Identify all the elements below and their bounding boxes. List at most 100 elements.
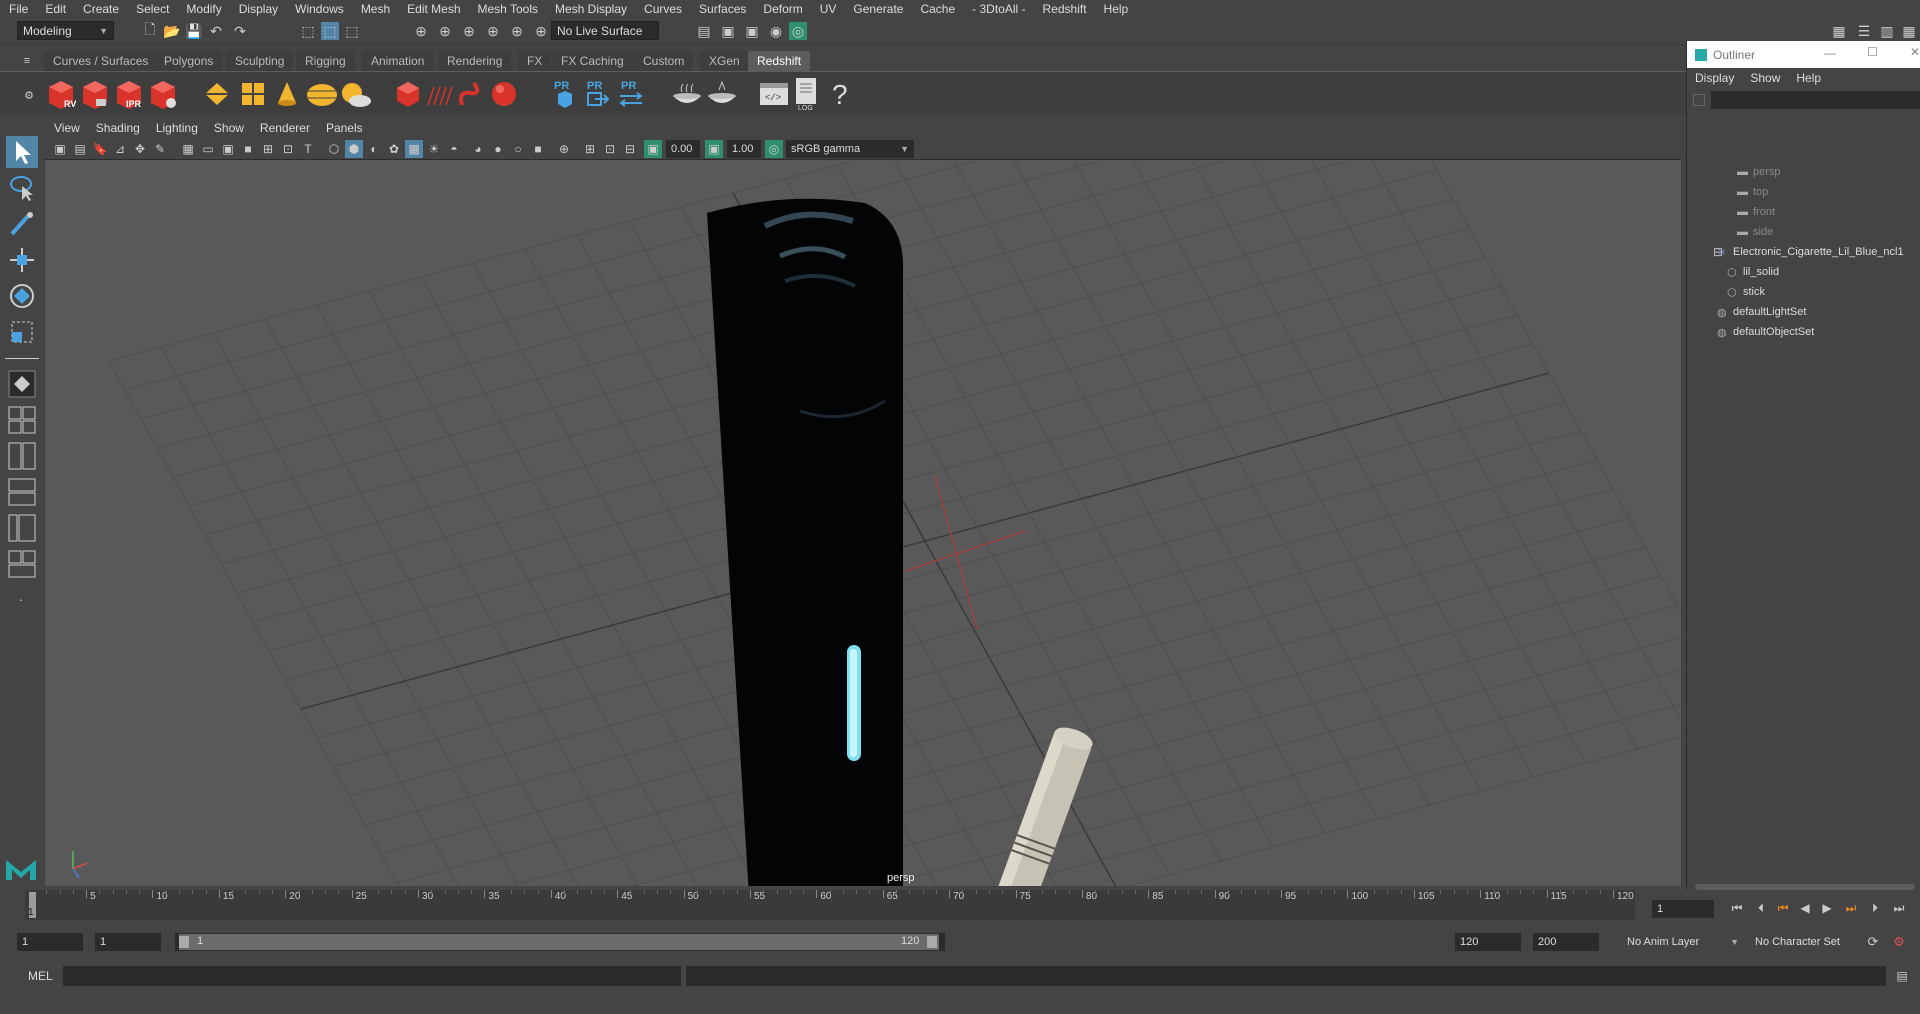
shelf-tab-rigging[interactable]: Rigging — [296, 51, 355, 71]
go-to-start-icon[interactable]: ⏮ — [1728, 899, 1746, 917]
menu-edit[interactable]: Edit — [36, 2, 74, 16]
select-camera-icon[interactable]: ▣ — [51, 140, 69, 158]
time-ruler[interactable]: 1 5 10 15 20 25 30 35 40 45 50 55 60 65 70 75 80 85 90 95 1… — [25, 890, 1635, 920]
lasso-tool-icon[interactable] — [8, 174, 36, 202]
menu-mesh-tools[interactable]: Mesh Tools — [469, 2, 546, 16]
shelf-tab-animation[interactable]: Animation — [362, 51, 434, 71]
backface-culling-icon[interactable]: ⊟ — [621, 140, 639, 158]
redo-icon[interactable]: ↷ — [231, 22, 249, 40]
rs-help-icon[interactable]: ? — [828, 77, 852, 111]
rs-pr-1-icon[interactable]: PR — [550, 78, 578, 110]
snap-grid-icon[interactable]: ⊕ — [412, 22, 430, 40]
shelf-tab-fx[interactable]: FX — [518, 51, 552, 71]
script-editor-icon[interactable]: ▤ — [1893, 967, 1911, 985]
menu-set-dropdown[interactable]: Modeling ▼ — [17, 21, 114, 40]
auto-key-icon[interactable]: ⟳ — [1864, 933, 1882, 951]
menu-generate[interactable]: Generate — [844, 2, 911, 16]
play-forward-icon[interactable]: ▶ — [1818, 899, 1836, 917]
outliner-item[interactable]: ◍ defaultObjectSet — [1687, 322, 1920, 342]
maximize-icon[interactable]: ☐ — [1867, 45, 1878, 59]
rs-volume-icon[interactable] — [393, 79, 423, 109]
menu-modify[interactable]: Modify — [177, 2, 229, 16]
select-tool-icon[interactable] — [6, 136, 38, 168]
grid-toggle-icon[interactable]: ▦ — [179, 140, 197, 158]
snap-curve-icon[interactable]: ⊕ — [436, 22, 454, 40]
single-perspective-layout-icon[interactable] — [8, 370, 36, 398]
move-tool-icon[interactable] — [8, 246, 36, 274]
menu-select[interactable]: Select — [127, 2, 177, 16]
ambient-occlusion-icon[interactable]: ◓ — [445, 140, 463, 158]
viewport-menu-renderer[interactable]: Renderer — [251, 121, 317, 135]
playback-start-field[interactable]: 1 — [95, 933, 161, 951]
rs-pr-3-icon[interactable]: PR — [617, 78, 645, 110]
command-input[interactable] — [63, 966, 681, 986]
camera-attributes-icon[interactable]: ▤ — [71, 140, 89, 158]
menu-edit-mesh[interactable]: Edit Mesh — [398, 2, 468, 16]
time-slider[interactable]: 1 5 10 15 20 25 30 35 40 45 50 55 60 65 70 75 80 85 90 95 1… — [0, 890, 1920, 920]
field-chart-icon[interactable]: ⊞ — [259, 140, 277, 158]
current-frame-field[interactable]: 1 — [1652, 900, 1714, 918]
menu-create[interactable]: Create — [74, 2, 127, 16]
toolbox-more-icon[interactable]: · — [12, 590, 30, 608]
save-scene-icon[interactable]: 💾 — [185, 22, 203, 40]
menu-surfaces[interactable]: Surfaces — [690, 2, 754, 16]
safe-action-icon[interactable]: ⊡ — [279, 140, 297, 158]
outliner-item[interactable]: ⬡ lil_solid — [1687, 262, 1920, 282]
shelf-tab-curves-surfaces[interactable]: Curves / Surfaces — [44, 51, 158, 71]
shelf-tab-xgen[interactable]: XGen — [700, 51, 749, 71]
select-object-icon[interactable]: ⬚ — [321, 22, 339, 40]
rs-pr-2-icon[interactable]: PR — [583, 78, 611, 110]
xray-active-icon[interactable]: ⊡ — [601, 140, 619, 158]
outliner-search-input[interactable] — [1711, 91, 1920, 109]
menu-cache[interactable]: Cache — [911, 2, 963, 16]
exposure-icon[interactable]: ▣ — [644, 140, 662, 158]
viewport-menu-panels[interactable]: Panels — [317, 121, 370, 135]
undo-icon[interactable]: ↶ — [207, 22, 225, 40]
menu-deform[interactable]: Deform — [754, 2, 810, 16]
rs-proxy-icon[interactable] — [202, 79, 232, 109]
bookmarks-icon[interactable]: 🔖 — [91, 140, 109, 158]
gamma-field[interactable]: 1.00 — [727, 140, 761, 158]
rs-script-icon[interactable]: </> — [758, 78, 790, 110]
gate-mask-icon[interactable]: ■ — [239, 140, 257, 158]
scale-tool-icon[interactable] — [8, 318, 36, 346]
exposure-field[interactable]: 0.00 — [666, 140, 700, 158]
resolution-gate-icon[interactable]: ▣ — [219, 140, 237, 158]
anti-aliasing-icon[interactable]: ● — [489, 140, 507, 158]
rs-dome-light-icon[interactable] — [305, 79, 339, 109]
rs-spot-light-icon[interactable] — [272, 79, 302, 109]
live-surface-field[interactable]: No Live Surface — [551, 21, 659, 40]
rs-curve-icon[interactable] — [456, 79, 486, 109]
view-transform-dropdown[interactable]: sRGB gamma ▼ — [786, 140, 914, 158]
four-view-layout-icon[interactable] — [8, 406, 36, 434]
render-settings-icon[interactable]: ▤ — [695, 22, 713, 40]
tobacco-stick[interactable] — [963, 723, 1095, 886]
rs-mesh-icon[interactable] — [238, 79, 268, 109]
rs-settings-icon[interactable] — [146, 77, 180, 111]
snap-edge-icon[interactable]: ⊕ — [532, 22, 550, 40]
close-icon[interactable]: ✕ — [1910, 45, 1920, 59]
render-frame-icon[interactable]: ▣ — [719, 22, 737, 40]
viewport-menu-lighting[interactable]: Lighting — [147, 121, 205, 135]
safe-title-icon[interactable]: T — [299, 140, 317, 158]
shadows-icon[interactable]: ☀ — [425, 140, 443, 158]
new-scene-icon[interactable]: 🗋 — [141, 21, 159, 40]
animation-end-field[interactable]: 200 — [1533, 933, 1599, 951]
step-forward-frame-icon[interactable]: ⏵ — [1866, 899, 1884, 917]
viewport-menu-show[interactable]: Show — [205, 121, 251, 135]
menu-mesh-display[interactable]: Mesh Display — [546, 2, 635, 16]
outliner-item[interactable]: ▬ front — [1687, 202, 1920, 222]
rs-sun-icon[interactable] — [338, 79, 372, 109]
play-backward-icon[interactable]: ◀ — [1796, 899, 1814, 917]
2d-pan-icon[interactable]: ✥ — [131, 140, 149, 158]
select-component-icon[interactable]: ⬚ — [343, 22, 361, 40]
outliner-menu-display[interactable]: Display — [1687, 71, 1742, 85]
step-forward-key-icon[interactable]: ⏭ — [1842, 899, 1860, 917]
rotate-tool-icon[interactable] — [8, 282, 36, 310]
shelf-menu-icon[interactable]: ≡ — [18, 52, 36, 70]
menu-3dtoall[interactable]: - 3DtoAll - — [963, 2, 1033, 16]
menu-mesh[interactable]: Mesh — [352, 2, 398, 16]
outliner-layout-icon[interactable] — [8, 550, 36, 578]
menu-display[interactable]: Display — [230, 2, 286, 16]
step-back-key-icon[interactable]: ⏮ — [1774, 899, 1792, 917]
